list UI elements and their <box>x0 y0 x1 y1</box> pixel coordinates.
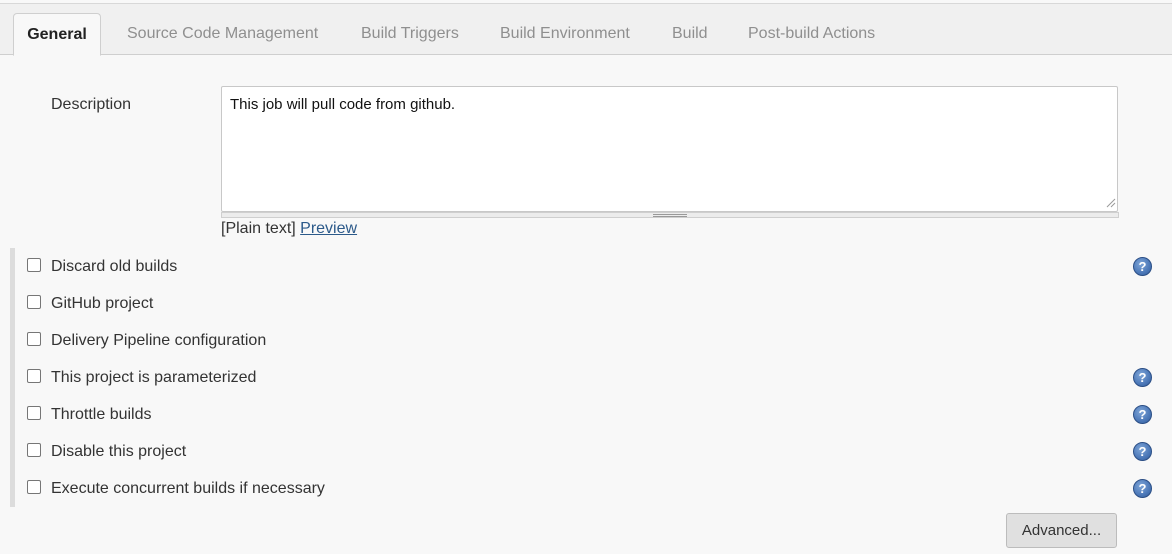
grip-icon <box>653 214 687 217</box>
option-label: Delivery Pipeline configuration <box>51 332 267 349</box>
option-label: This project is parameterized <box>51 369 257 386</box>
textarea-resize-handle[interactable] <box>221 212 1119 218</box>
help-icon[interactable]: ? <box>1133 257 1152 276</box>
github-project-checkbox[interactable] <box>27 295 41 309</box>
description-format-line: [Plain text] Preview <box>221 220 357 238</box>
config-tab-bar: General Source Code Management Build Tri… <box>0 4 1172 56</box>
tab-build-triggers[interactable]: Build Triggers <box>361 13 459 54</box>
tab-post-build-actions[interactable]: Post-build Actions <box>748 13 875 54</box>
options-section-bar <box>10 248 15 507</box>
advanced-button[interactable]: Advanced... <box>1006 513 1117 548</box>
tab-build[interactable]: Build <box>672 13 708 54</box>
delivery-pipeline-checkbox[interactable] <box>27 332 41 346</box>
option-label: Throttle builds <box>51 406 152 423</box>
preview-link[interactable]: Preview <box>300 220 357 237</box>
option-label: Execute concurrent builds if necessary <box>51 480 325 497</box>
description-label: Description <box>51 96 132 113</box>
tab-general[interactable]: General <box>13 13 101 56</box>
disable-project-checkbox[interactable] <box>27 443 41 457</box>
concurrent-builds-checkbox[interactable] <box>27 480 41 494</box>
plain-text-label: [Plain text] <box>221 220 296 237</box>
parameterized-checkbox[interactable] <box>27 369 41 383</box>
tab-source-code-management[interactable]: Source Code Management <box>127 13 318 54</box>
discard-old-builds-checkbox[interactable] <box>27 258 41 272</box>
description-textarea[interactable]: This job will pull code from github. <box>221 86 1118 212</box>
help-icon[interactable]: ? <box>1133 479 1152 498</box>
help-icon[interactable]: ? <box>1133 442 1152 461</box>
throttle-builds-checkbox[interactable] <box>27 406 41 420</box>
option-label: Disable this project <box>51 443 187 460</box>
option-label: Discard old builds <box>51 258 178 275</box>
help-icon[interactable]: ? <box>1133 405 1152 424</box>
option-label: GitHub project <box>51 295 154 312</box>
resize-grip-icon[interactable] <box>1104 196 1116 208</box>
tab-build-environment[interactable]: Build Environment <box>500 13 630 54</box>
help-icon[interactable]: ? <box>1133 368 1152 387</box>
